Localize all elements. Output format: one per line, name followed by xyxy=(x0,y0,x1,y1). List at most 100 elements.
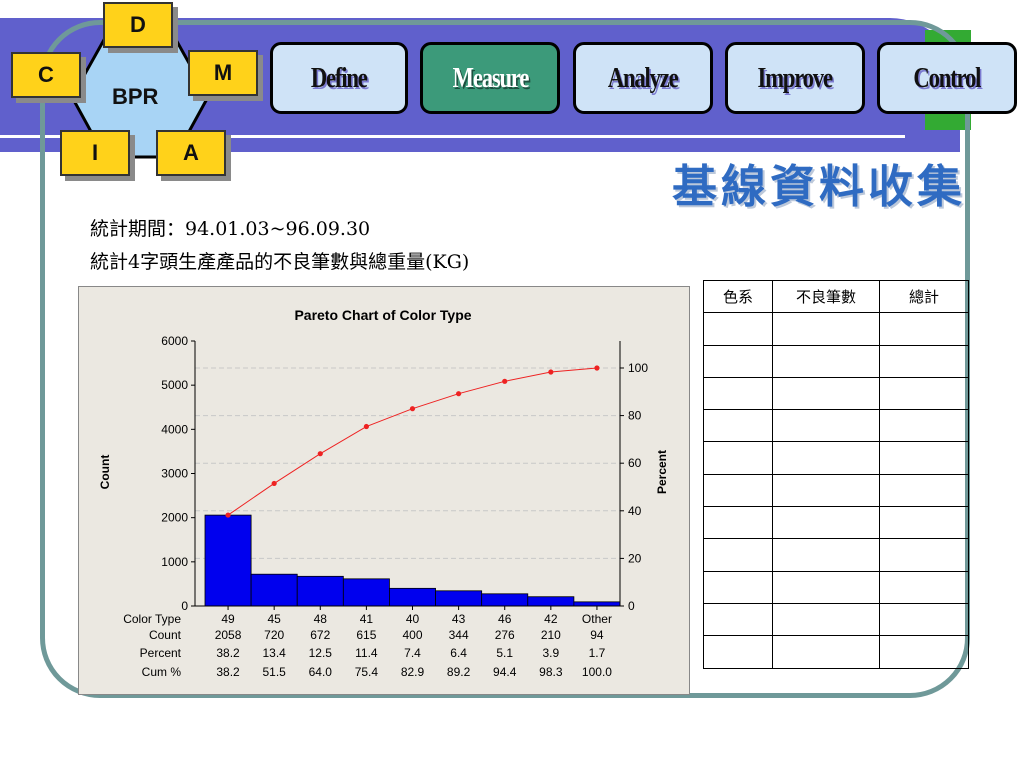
table-cell[interactable] xyxy=(772,441,880,475)
cum-percent-label: 82.9 xyxy=(401,665,425,679)
cum-percent-label: 89.2 xyxy=(447,665,471,679)
table-cell[interactable] xyxy=(772,376,880,411)
table-header-row: 色系 不良筆數 總計 xyxy=(703,279,969,314)
category-label: 40 xyxy=(406,612,420,626)
row-label-2: Percent xyxy=(140,646,182,660)
category-label: 41 xyxy=(360,612,374,626)
nav-measure-button[interactable]: Measure xyxy=(420,42,560,114)
table-cell[interactable] xyxy=(703,312,773,346)
bar-49 xyxy=(204,514,252,607)
category-label: 45 xyxy=(267,612,281,626)
table-cell[interactable] xyxy=(879,473,969,508)
table-cell[interactable] xyxy=(703,570,773,604)
table-row xyxy=(703,570,969,604)
bar-45 xyxy=(250,573,298,607)
scope-note: 統計4字頭生產產品的不良筆數與總重量(KG) xyxy=(90,251,470,273)
cumulative-point-49 xyxy=(225,512,231,518)
y-tick-label: 0 xyxy=(181,599,188,613)
dmaic-box-a[interactable]: A xyxy=(156,130,226,176)
table-cell[interactable] xyxy=(879,602,969,637)
table-cell[interactable] xyxy=(703,635,773,669)
cum-percent-label: 100.0 xyxy=(582,665,612,679)
table-cell[interactable] xyxy=(772,409,880,443)
nav-control-label: Control xyxy=(913,61,982,94)
cumulative-point-48 xyxy=(317,451,323,457)
table-cell[interactable] xyxy=(772,473,880,508)
table-cell[interactable] xyxy=(703,473,773,508)
y2-tick-label: 80 xyxy=(628,409,642,423)
y2-tick-label: 40 xyxy=(628,504,642,518)
nav-define-button[interactable]: Define xyxy=(270,42,408,114)
cum-percent-label: 94.4 xyxy=(493,665,517,679)
table-row xyxy=(703,538,969,572)
bar-46 xyxy=(481,593,529,607)
table-cell[interactable] xyxy=(703,538,773,572)
bar-Other xyxy=(573,601,621,607)
table-row xyxy=(703,602,969,637)
y-tick-label: 3000 xyxy=(161,467,188,481)
table-cell[interactable] xyxy=(703,376,773,411)
percent-label: 3.9 xyxy=(542,646,559,660)
chart-title: Pareto Chart of Color Type xyxy=(294,307,471,323)
percent-label: 5.1 xyxy=(496,646,513,660)
table-cell[interactable] xyxy=(772,635,880,669)
table-cell[interactable] xyxy=(879,344,969,378)
cumulative-point-43 xyxy=(456,391,462,397)
table-cell[interactable] xyxy=(703,441,773,475)
y2-axis-label: Percent xyxy=(655,450,669,494)
y-tick-label: 5000 xyxy=(161,378,188,392)
bar-40 xyxy=(389,587,436,607)
percent-label: 11.4 xyxy=(355,646,378,660)
dmaic-box-c[interactable]: C xyxy=(11,52,81,98)
table-cell[interactable] xyxy=(772,602,880,637)
count-label: 344 xyxy=(449,628,469,642)
cumulative-point-42 xyxy=(548,369,554,375)
table-cell[interactable] xyxy=(703,344,773,378)
nav-analyze-label: Analyze xyxy=(608,61,679,94)
cumulative-point-Other xyxy=(594,365,600,371)
table-row xyxy=(703,376,969,411)
bar-41 xyxy=(342,578,390,607)
cumulative-point-40 xyxy=(409,406,416,412)
table-cell[interactable] xyxy=(772,312,880,346)
bar-43 xyxy=(435,590,483,607)
table-cell[interactable] xyxy=(879,409,969,443)
y-tick-label: 4000 xyxy=(161,422,188,436)
table-cell[interactable] xyxy=(703,506,773,540)
cum-percent-label: 64.0 xyxy=(309,665,333,679)
cum-percent-label: 98.3 xyxy=(539,665,563,679)
header-defect-count: 不良筆數 xyxy=(772,279,880,314)
cumulative-point-45 xyxy=(271,480,277,487)
cum-percent-label: 38.2 xyxy=(216,665,240,679)
dmaic-box-d[interactable]: D xyxy=(103,2,173,48)
color-defect-table: 色系 不良筆數 總計 xyxy=(703,279,969,669)
row-label-3: Cum % xyxy=(142,665,182,679)
table-cell[interactable] xyxy=(879,376,969,411)
nav-improve-button[interactable]: Improve xyxy=(725,42,865,114)
table-cell[interactable] xyxy=(772,344,880,378)
slide-title: 基線資料收集 xyxy=(671,160,966,213)
count-label: 210 xyxy=(541,628,561,642)
table-cell[interactable] xyxy=(703,409,773,443)
table-cell[interactable] xyxy=(703,602,773,637)
table-cell[interactable] xyxy=(772,538,880,572)
pareto-chart-panel: Pareto Chart of Color Type Count Percent… xyxy=(78,286,690,695)
category-label: 49 xyxy=(221,612,235,626)
table-cell[interactable] xyxy=(879,538,969,572)
table-cell[interactable] xyxy=(772,570,880,604)
table-row xyxy=(703,473,969,508)
category-label: 48 xyxy=(314,612,328,626)
category-label: 42 xyxy=(544,612,558,626)
nav-control-button[interactable]: Control xyxy=(877,42,1017,114)
dmaic-box-m[interactable]: M xyxy=(188,50,258,96)
dmaic-box-i[interactable]: I xyxy=(60,130,130,176)
table-cell[interactable] xyxy=(879,635,969,669)
table-cell[interactable] xyxy=(879,441,969,475)
table-cell[interactable] xyxy=(879,312,969,346)
nav-analyze-button[interactable]: Analyze xyxy=(573,42,713,114)
table-cell[interactable] xyxy=(772,506,880,540)
table-cell[interactable] xyxy=(879,506,969,540)
y2-tick-label: 20 xyxy=(628,551,642,565)
table-cell[interactable] xyxy=(879,570,969,604)
category-label: 43 xyxy=(452,612,466,626)
